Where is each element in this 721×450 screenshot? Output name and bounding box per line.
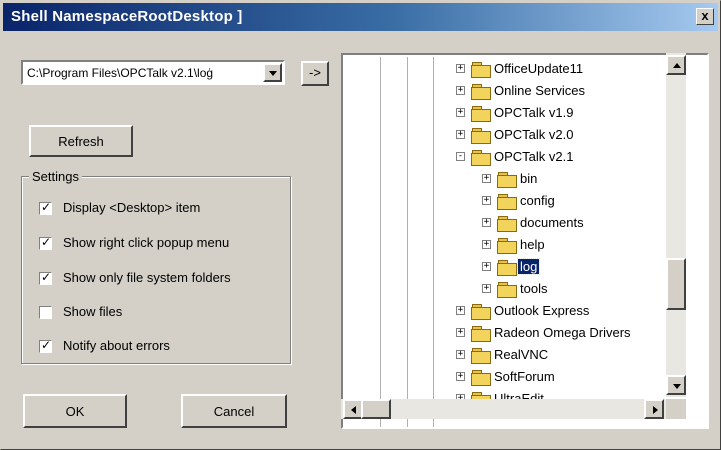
ok-button-label: OK — [65, 404, 85, 419]
expand-icon[interactable]: + — [482, 284, 491, 293]
expand-icon[interactable]: + — [482, 262, 491, 271]
tree-item-label: OfficeUpdate11 — [494, 61, 584, 76]
folder-icon — [471, 304, 491, 320]
expand-icon[interactable]: + — [456, 64, 465, 73]
tree-item-label: bin — [520, 171, 538, 186]
ok-button[interactable]: OK — [23, 394, 127, 428]
show-right-click-menu-checkbox[interactable]: ✓ — [39, 235, 52, 250]
arrow-up-icon — [673, 63, 681, 68]
close-icon: x — [701, 8, 709, 23]
tree-item-label: OPCTalk v2.0 — [494, 127, 574, 142]
folder-icon — [471, 348, 491, 364]
tree-item-label: OPCTalk v2.1 — [494, 149, 574, 164]
folder-icon — [471, 326, 491, 342]
expand-icon[interactable]: + — [456, 328, 465, 337]
display-desktop-item-label: Display <Desktop> item — [63, 200, 201, 215]
expand-icon[interactable]: + — [456, 108, 465, 117]
expand-icon[interactable]: + — [482, 174, 491, 183]
scrollbar-corner — [666, 399, 686, 419]
expand-icon[interactable]: + — [456, 306, 465, 315]
expand-icon[interactable]: + — [456, 372, 465, 381]
tree-item-label: log — [516, 258, 541, 275]
folder-open-icon — [497, 260, 517, 276]
tree-item-label: SoftForum — [494, 369, 555, 384]
arrow-left-icon — [351, 406, 356, 414]
tree-item-label: config — [520, 193, 555, 208]
settings-group-label: Settings — [29, 169, 82, 184]
folder-icon — [497, 238, 517, 254]
folder-icon — [497, 172, 517, 188]
path-dropdown-button[interactable] — [263, 63, 282, 82]
refresh-button-label: Refresh — [58, 134, 104, 149]
vertical-scroll-thumb[interactable] — [666, 258, 686, 310]
go-button[interactable]: -> — [301, 61, 329, 86]
notify-errors-label: Notify about errors — [63, 338, 170, 353]
show-files-checkbox[interactable] — [39, 306, 52, 319]
dialog-window: Shell NamespaceRootDesktop ] x C:\Progra… — [0, 0, 721, 450]
tree-item-label: Online Services — [494, 83, 586, 98]
collapse-icon[interactable]: - — [456, 152, 465, 161]
folder-icon — [497, 194, 517, 210]
scroll-left-button[interactable] — [343, 399, 363, 419]
horizontal-scrollbar[interactable] — [341, 399, 666, 419]
tree-item-label: documents — [520, 215, 584, 230]
path-combobox[interactable]: C:\Program Files\OPCTalk v2.1\loġ — [21, 60, 285, 85]
expand-icon[interactable]: + — [456, 350, 465, 359]
tree-item-label: Outlook Express — [494, 303, 590, 318]
refresh-button[interactable]: Refresh — [29, 125, 133, 157]
folder-tree[interactable]: + OfficeUpdate11 + Online Services + OPC… — [341, 53, 709, 429]
checkmark-icon: ✓ — [41, 200, 52, 214]
arrow-down-icon — [673, 384, 681, 389]
checkmark-icon: ✓ — [41, 338, 52, 352]
notify-errors-checkbox[interactable]: ✓ — [39, 338, 52, 353]
folder-icon — [471, 62, 491, 78]
cancel-button-label: Cancel — [213, 404, 255, 419]
display-desktop-item-checkbox[interactable]: ✓ — [39, 200, 52, 215]
expand-icon[interactable]: + — [482, 196, 491, 205]
expand-icon[interactable]: + — [456, 130, 465, 139]
scroll-down-button[interactable] — [666, 375, 686, 395]
scroll-right-button[interactable] — [644, 399, 664, 419]
expand-icon[interactable]: + — [482, 240, 491, 249]
folder-icon — [497, 216, 517, 232]
vertical-scrollbar[interactable] — [666, 53, 686, 397]
checkmark-icon: ✓ — [41, 270, 52, 284]
window-title: Shell NamespaceRootDesktop ] — [11, 8, 243, 25]
tree-item-label: Radeon Omega Drivers — [494, 325, 631, 340]
folder-icon — [471, 84, 491, 100]
tree-guide-line — [407, 57, 408, 427]
tree-guide-line — [433, 57, 434, 427]
show-right-click-menu-label: Show right click popup menu — [63, 235, 230, 250]
tree-item-label: help — [520, 237, 545, 252]
folder-icon — [471, 370, 491, 386]
show-file-system-folders-label: Show only file system folders — [63, 270, 231, 285]
horizontal-scroll-thumb[interactable] — [361, 399, 391, 419]
show-file-system-folders-checkbox[interactable]: ✓ — [39, 270, 52, 285]
arrow-right-icon: -> — [309, 65, 321, 80]
folder-icon — [497, 282, 517, 298]
tree-item-label: RealVNC — [494, 347, 549, 362]
folder-icon — [471, 128, 491, 144]
show-files-label: Show files — [63, 304, 123, 319]
tree-item-label: OPCTalk v1.9 — [494, 105, 574, 120]
expand-icon[interactable]: + — [482, 218, 491, 227]
scroll-up-button[interactable] — [666, 55, 686, 75]
chevron-down-icon — [269, 71, 277, 76]
title-bar[interactable]: Shell NamespaceRootDesktop ] x — [3, 3, 718, 31]
expand-icon[interactable]: + — [456, 86, 465, 95]
folder-icon — [471, 106, 491, 122]
close-button[interactable]: x — [696, 8, 714, 25]
cancel-button[interactable]: Cancel — [181, 394, 287, 428]
tree-guide-line — [380, 57, 381, 427]
checkmark-icon: ✓ — [41, 235, 52, 249]
folder-open-icon — [471, 150, 491, 166]
path-combobox-value: C:\Program Files\OPCTalk v2.1\loġ — [27, 66, 214, 80]
tree-item-label: tools — [520, 281, 548, 296]
arrow-right-icon — [653, 406, 658, 414]
